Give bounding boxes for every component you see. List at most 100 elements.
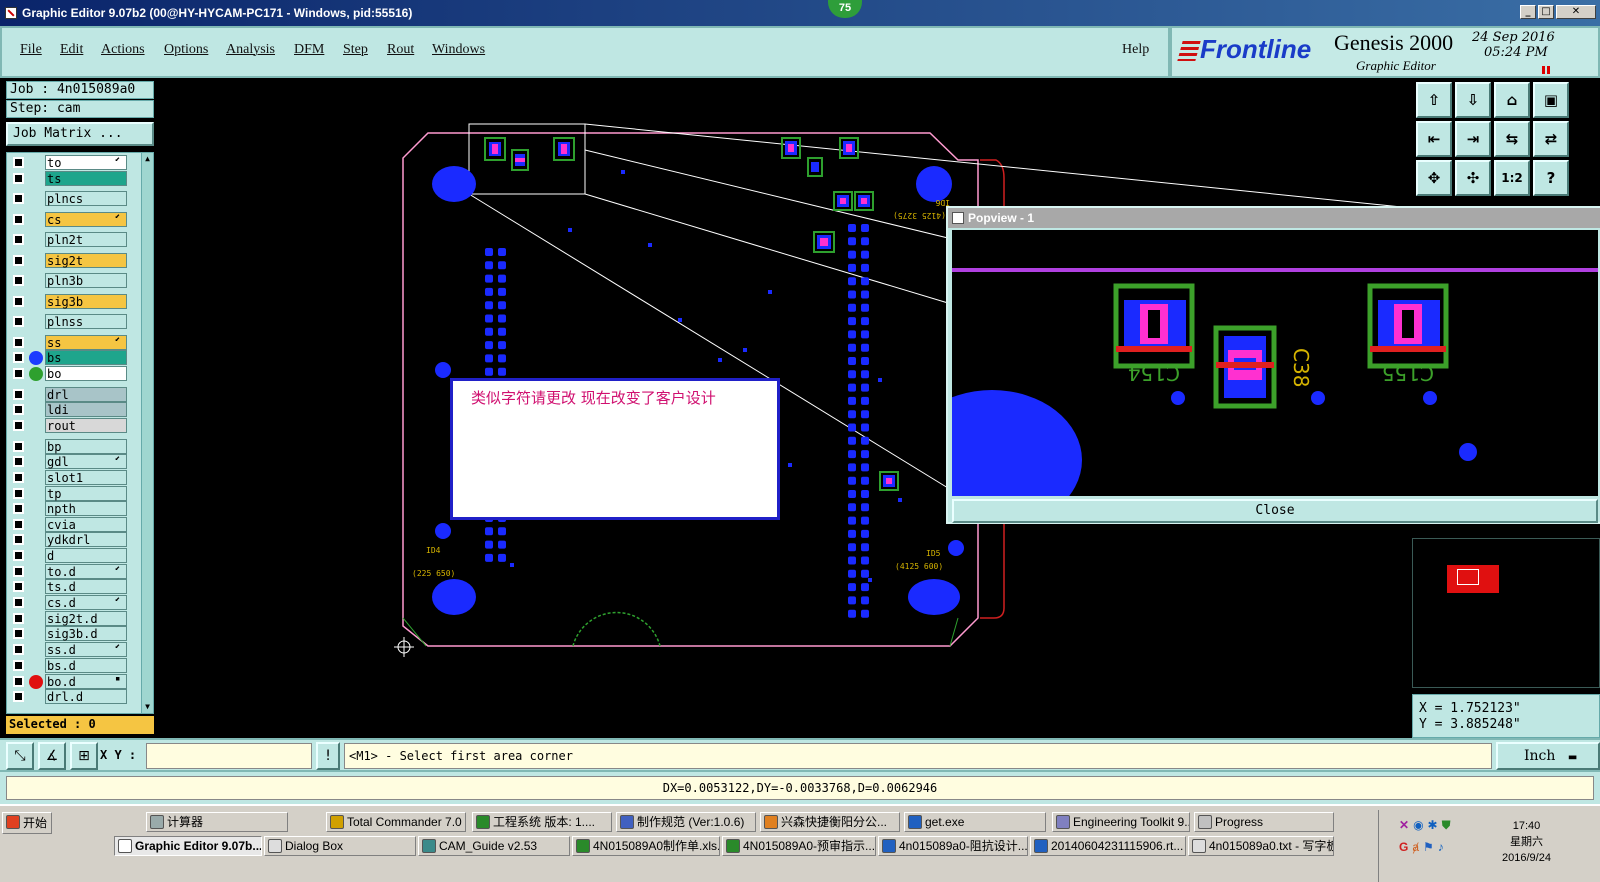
layer-checkbox[interactable] [13,644,24,655]
layer-checkbox[interactable] [13,488,24,499]
layer-row-bo-d[interactable]: bo.d ▪ [7,674,147,689]
layer-checkbox[interactable] [13,214,24,225]
layer-checkbox[interactable] [13,676,24,687]
layer-checkbox[interactable] [13,275,24,286]
layer-row-plncs[interactable]: plncs [7,191,147,206]
layer-name[interactable]: bs [45,350,127,365]
menu-dfm[interactable]: DFM [294,42,324,58]
popview-close-button[interactable]: Close [952,499,1598,523]
layer-row-sig3b-d[interactable]: sig3b.d [7,626,147,641]
menu-edit[interactable]: Edit [60,42,83,58]
taskbar-item[interactable]: 4N015089A0-预审指示... [722,836,876,856]
layer-checkbox[interactable] [13,337,24,348]
layer-row-bo[interactable]: bo [7,366,147,381]
zoom-window-icon[interactable]: ▣ [1533,82,1569,118]
layer-name[interactable]: drl.d [45,689,127,704]
popview-window[interactable]: Popview - 1 C154 C38 C155 Close [902,206,1600,530]
layer-row-bs[interactable]: bs [7,350,147,365]
layer-name[interactable]: sig3b.d [45,626,127,641]
layer-name[interactable]: slot1 [45,470,127,485]
job-matrix-button[interactable]: Job Matrix ... [6,122,154,146]
layer-row-to[interactable]: to ⬋ [7,155,147,170]
layer-row-drl[interactable]: drl [7,387,147,402]
layer-checkbox[interactable] [13,368,24,379]
layer-checkbox[interactable] [13,597,24,608]
layer-name[interactable]: tp [45,486,127,501]
exchange-icon[interactable]: ⇄ [1533,121,1569,157]
layer-name[interactable]: sig3b [45,294,127,309]
units-select[interactable]: Inch ▬ [1496,742,1600,770]
expand-icon[interactable]: ✥ [1416,160,1452,196]
layer-checkbox[interactable] [13,316,24,327]
layer-row-cs-d[interactable]: cs.d ⬋ [7,595,147,610]
maximize-button[interactable]: □ [1538,5,1554,19]
swap-icon[interactable]: ⇆ [1494,121,1530,157]
layer-row-ss-d[interactable]: ss.d ⬋ [7,642,147,657]
snap-icon[interactable]: ⤡ [6,742,34,770]
layer-row-d[interactable]: d [7,548,147,563]
layer-name[interactable]: ts [45,171,127,186]
layer-row-sig2t[interactable]: sig2t [7,253,147,268]
center-icon[interactable]: ✣ [1455,160,1491,196]
layer-name[interactable]: ldi [45,402,127,417]
close-button[interactable]: ✕ [1556,5,1596,19]
layer-row-slot1[interactable]: slot1 [7,470,147,485]
pan-right-icon[interactable]: ⇥ [1455,121,1491,157]
layer-row-plnss[interactable]: plnss [7,314,147,329]
alert-icon[interactable]: ! [316,742,340,770]
minimap[interactable] [1412,538,1600,688]
layer-name[interactable]: rout [45,418,127,433]
layer-scrollbar[interactable]: ▲ ▼ [141,153,153,713]
menu-help[interactable]: Help [1122,42,1149,58]
layer-checkbox[interactable] [13,503,24,514]
layer-row-ydkdrl[interactable]: ydkdrl [7,532,147,547]
layer-checkbox[interactable] [13,628,24,639]
taskbar-item[interactable]: get.exe [904,812,1046,832]
menu-step[interactable]: Step [343,42,368,58]
layer-checkbox[interactable] [13,173,24,184]
layer-row-drl-d[interactable]: drl.d [7,689,147,704]
layer-checkbox[interactable] [13,352,24,363]
taskbar-clock[interactable]: 17:40 星期六 2016/9/24 [1502,818,1551,866]
help-icon[interactable]: ? [1533,160,1569,196]
minimize-button[interactable]: _ [1520,5,1536,19]
layer-row-ss[interactable]: ss ⬋ [7,335,147,350]
taskbar-item[interactable]: 20140604231115906.rt... [1030,836,1186,856]
menu-file[interactable]: File [20,42,42,58]
taskbar-item[interactable]: Dialog Box [264,836,416,856]
layer-row-pln3b[interactable]: pln3b [7,273,147,288]
layer-row-gdl[interactable]: gdl ⬋ [7,454,147,469]
xy-input[interactable] [146,743,312,769]
layer-row-rout[interactable]: rout [7,418,147,433]
menu-actions[interactable]: Actions [101,42,145,58]
layer-checkbox[interactable] [13,472,24,483]
layer-row-cvia[interactable]: cvia [7,517,147,532]
layer-checkbox[interactable] [13,441,24,452]
taskbar-item[interactable]: 4n015089a0.txt - 写字板 [1188,836,1334,856]
layer-name[interactable]: plnss [45,314,127,329]
layer-name[interactable]: sig2t [45,253,127,268]
taskbar-item[interactable]: 4n015089a0-阻抗设计... [878,836,1028,856]
taskbar-item[interactable]: Total Commander 7.0 ... [326,812,466,832]
layer-row-ts[interactable]: ts [7,171,147,186]
start-button[interactable]: 开始 [2,812,52,834]
layer-name[interactable]: ts.d [45,579,127,594]
layer-row-pln2t[interactable]: pln2t [7,232,147,247]
layer-row-tp[interactable]: tp [7,486,147,501]
layer-row-cs[interactable]: cs ⬋ [7,212,147,227]
layer-checkbox[interactable] [13,404,24,415]
layer-row-ldi[interactable]: ldi [7,402,147,417]
layer-checkbox[interactable] [13,157,24,168]
taskbar-item[interactable]: 工程系统 版本: 1.... [472,812,612,832]
layer-checkbox[interactable] [13,519,24,530]
zoom-home-icon[interactable]: ⇧ [1416,82,1452,118]
layer-row-bs-d[interactable]: bs.d [7,658,147,673]
layer-row-npth[interactable]: npth [7,501,147,516]
layer-checkbox[interactable] [13,581,24,592]
taskbar-item[interactable]: Progress [1194,812,1334,832]
layer-name[interactable]: ydkdrl [45,532,127,547]
message-dialog[interactable]: 类似字符请更改 现在改变了客户设计 [450,378,780,520]
taskbar-item[interactable]: Engineering Toolkit 9.... [1052,812,1190,832]
menu-rout[interactable]: Rout [387,42,414,58]
scale-icon[interactable]: 1:2 [1494,160,1530,196]
